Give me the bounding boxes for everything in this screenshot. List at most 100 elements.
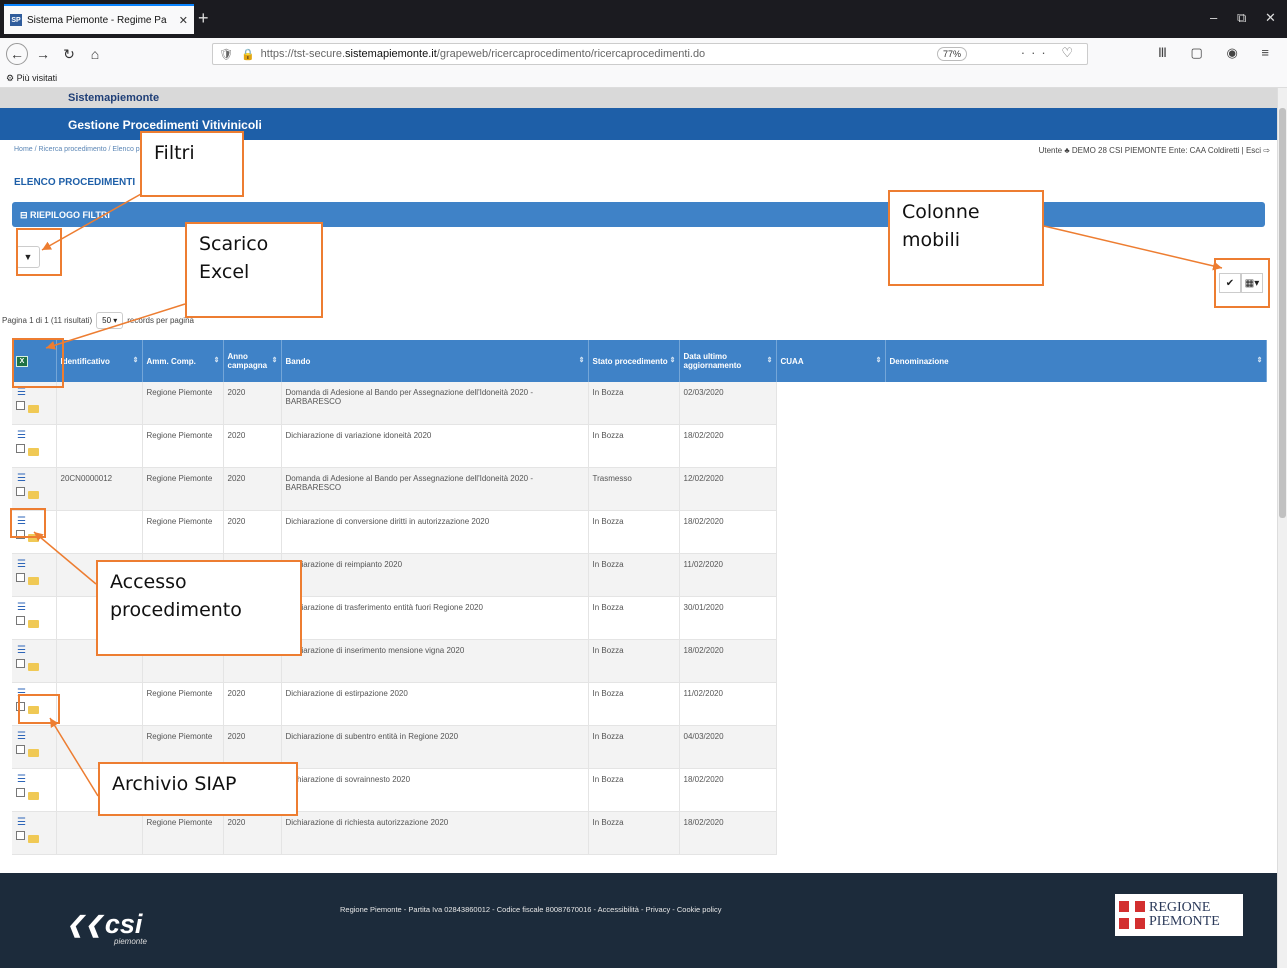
sort-icon[interactable]: ⇕ xyxy=(670,356,676,364)
siap-archive-folder-icon[interactable] xyxy=(28,749,39,757)
table-row: ☰ Regione Piemonte 2020 Dichiarazione di ri… xyxy=(12,811,1266,855)
siap-archive-folder-icon[interactable] xyxy=(28,448,39,456)
user-info[interactable]: Utente ♣ DEMO 28 CSI PIEMONTE Ente: CAA … xyxy=(1039,146,1270,155)
cuaa-cell xyxy=(776,467,885,511)
column-header[interactable]: Identificativo ⇕ xyxy=(56,340,143,382)
callout-colonne-mobili: Colonne mobili xyxy=(888,190,1044,286)
page-size-select[interactable]: 50 ▾ xyxy=(96,312,124,329)
callout-scarico-excel: Scarico Excel xyxy=(185,222,323,318)
sort-icon[interactable]: ⇕ xyxy=(876,356,882,364)
cuaa-cell xyxy=(776,510,885,554)
row-checkbox[interactable] xyxy=(16,659,25,668)
cuaa-cell xyxy=(776,682,885,726)
table-cell xyxy=(56,682,143,726)
zoom-indicator[interactable]: 77% xyxy=(936,47,967,61)
url-bar[interactable]: 🛡 🔒 https://tst-secure. sistemapiemonte.i… xyxy=(212,43,1088,65)
close-window-icon[interactable]: ✕ xyxy=(1265,10,1276,26)
callout-accesso-procedimento: Accesso procedimento xyxy=(96,560,302,656)
new-tab-icon[interactable]: + xyxy=(198,8,209,29)
browser-navbar: ← → ↻ ⌂ 🛡 🔒 https://tst-secure. sistemapi… xyxy=(0,38,1287,70)
toolbar-icons[interactable]: Ⅲ ▢ ◉ ≡ xyxy=(1158,45,1279,61)
row-checkbox[interactable] xyxy=(16,401,25,410)
row-actions: ☰ xyxy=(12,725,57,769)
forward-icon[interactable]: → xyxy=(32,43,54,65)
bookmark-most-visited[interactable]: Più visitati xyxy=(17,73,58,83)
scroll-thumb[interactable] xyxy=(1279,108,1286,518)
column-header[interactable]: Bando ⇕ xyxy=(281,340,589,382)
open-procedure-icon[interactable]: ☰ xyxy=(17,818,26,828)
table-cell: 18/02/2020 xyxy=(679,768,777,812)
table-cell: Domanda di Adesione al Bando per Assegna… xyxy=(281,382,589,425)
siap-archive-folder-icon[interactable] xyxy=(28,792,39,800)
column-header[interactable]: Data ultimo aggiornamento ⇕ xyxy=(679,340,777,382)
table-cell: 11/02/2020 xyxy=(679,553,777,597)
table-cell: 18/02/2020 xyxy=(679,424,777,468)
csi-logo-arrows-icon: ❮❮ xyxy=(66,911,103,937)
flag-icon xyxy=(1119,901,1145,929)
cuaa-cell xyxy=(776,424,885,468)
back-icon[interactable]: ← xyxy=(6,43,28,65)
row-checkbox[interactable] xyxy=(16,831,25,840)
open-procedure-icon[interactable]: ☰ xyxy=(17,560,26,570)
table-cell: Regione Piemonte xyxy=(142,510,224,554)
open-procedure-icon[interactable]: ☰ xyxy=(17,431,26,441)
browser-tab[interactable]: SP Sistema Piemonte - Regime Pa ✕ xyxy=(4,4,194,34)
brand-header[interactable]: Sistemapiemonte xyxy=(0,88,1277,108)
table-cell: Dichiarazione di subentro entità in Regi… xyxy=(281,725,589,769)
denominazione-cell xyxy=(885,424,1266,468)
table-cell: Dichiarazione di inserimento mensione vi… xyxy=(281,639,589,683)
siap-archive-folder-icon[interactable] xyxy=(28,663,39,671)
page-footer: ❮❮ csi piemonte Regione Piemonte - Parti… xyxy=(0,873,1277,968)
row-checkbox[interactable] xyxy=(16,487,25,496)
lock-icon: 🔒 xyxy=(240,48,255,61)
table-cell: In Bozza xyxy=(588,424,680,468)
reload-icon[interactable]: ↻ xyxy=(58,43,80,65)
callout-archivio-siap: Archivio SIAP xyxy=(98,762,298,816)
column-header[interactable]: CUAA ⇕ xyxy=(776,340,886,382)
column-header[interactable]: Amm. Comp. ⇕ xyxy=(142,340,224,382)
row-checkbox[interactable] xyxy=(16,616,25,625)
siap-archive-folder-icon[interactable] xyxy=(28,620,39,628)
siap-archive-folder-icon[interactable] xyxy=(28,577,39,585)
table-cell: Trasmesso xyxy=(588,467,680,511)
open-procedure-icon[interactable]: ☰ xyxy=(17,775,26,785)
close-tab-icon[interactable]: ✕ xyxy=(179,14,188,27)
sort-icon[interactable]: ⇕ xyxy=(767,356,773,364)
row-checkbox[interactable] xyxy=(16,444,25,453)
table-cell: 2020 xyxy=(223,811,282,855)
row-checkbox[interactable] xyxy=(16,573,25,582)
sort-icon[interactable]: ⇕ xyxy=(214,356,220,364)
table-cell: 04/03/2020 xyxy=(679,725,777,769)
siap-archive-folder-icon[interactable] xyxy=(28,405,39,413)
sort-icon[interactable]: ⇕ xyxy=(1257,356,1263,364)
open-procedure-icon[interactable]: ☰ xyxy=(17,388,26,398)
row-checkbox[interactable] xyxy=(16,745,25,754)
open-procedure-icon[interactable]: ☰ xyxy=(17,646,26,656)
home-icon[interactable]: ⌂ xyxy=(84,43,106,65)
table-cell: Dichiarazione di trasferimento entità fu… xyxy=(281,596,589,640)
cuaa-cell xyxy=(776,768,885,812)
siap-archive-folder-icon[interactable] xyxy=(28,491,39,499)
minimize-icon[interactable]: – xyxy=(1210,10,1217,25)
shield-icon: 🛡 xyxy=(219,48,233,61)
siap-archive-folder-icon[interactable] xyxy=(28,835,39,843)
footer-links[interactable]: Regione Piemonte - Partita Iva 028438600… xyxy=(340,905,721,914)
restore-icon[interactable]: ⧉ xyxy=(1237,10,1246,26)
regione-piemonte-logo: REGIONE PIEMONTE xyxy=(1115,894,1243,936)
column-header[interactable]: Denominazione ⇕ xyxy=(885,340,1267,382)
sort-icon[interactable]: ⇕ xyxy=(272,356,278,364)
open-procedure-icon[interactable]: ☰ xyxy=(17,732,26,742)
open-procedure-icon[interactable]: ☰ xyxy=(17,474,26,484)
filter-highlight xyxy=(16,228,62,276)
sort-icon[interactable]: ⇕ xyxy=(133,356,139,364)
open-procedure-icon[interactable]: ☰ xyxy=(17,603,26,613)
table-cell: 2020 xyxy=(223,382,282,425)
denominazione-cell xyxy=(885,467,1266,511)
sort-icon[interactable]: ⇕ xyxy=(579,356,585,364)
page-scrollbar[interactable] xyxy=(1277,88,1287,968)
column-header[interactable]: Anno campagna ⇕ xyxy=(223,340,282,382)
table-cell: Dichiarazione di conversione diritti in … xyxy=(281,510,589,554)
row-checkbox[interactable] xyxy=(16,788,25,797)
page-actions-icon[interactable]: ··· ♡ xyxy=(1021,45,1079,61)
column-header[interactable]: Stato procedimento ⇕ xyxy=(588,340,680,382)
